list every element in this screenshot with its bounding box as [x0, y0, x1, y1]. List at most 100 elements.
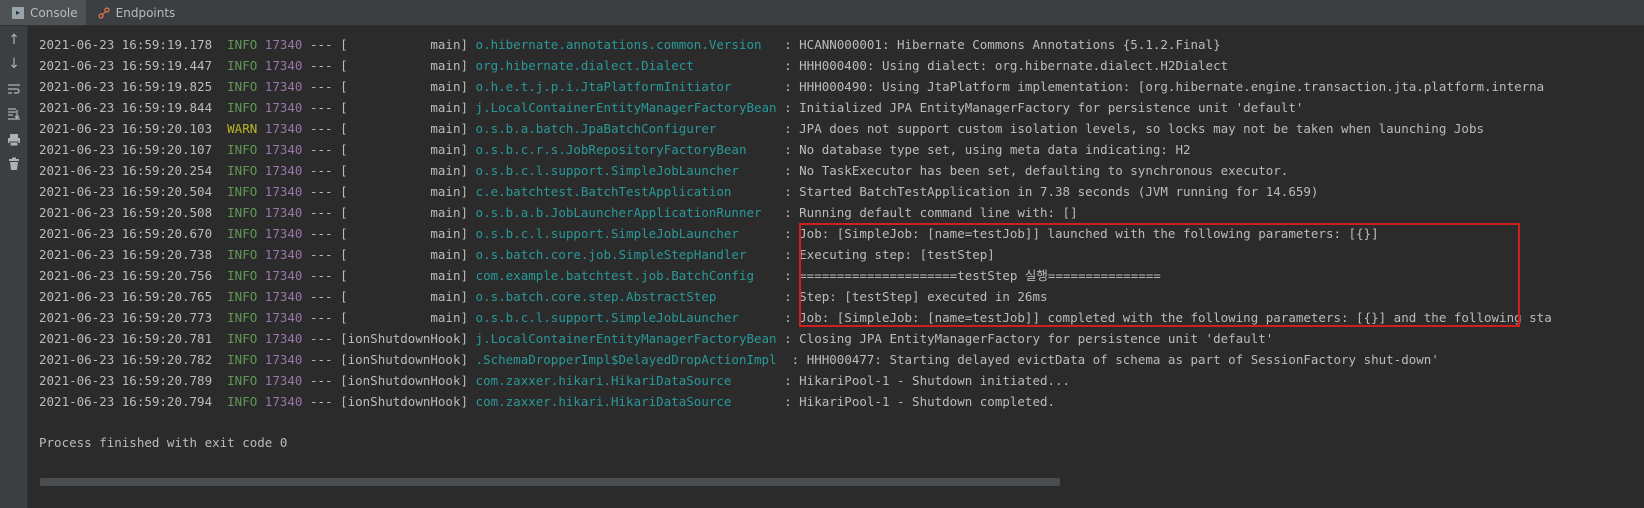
log-line: 2021-06-23 16:59:20.504 INFO 17340 --- [… — [39, 184, 1319, 199]
log-timestamp: 2021-06-23 16:59:20.738 — [39, 247, 213, 262]
console-output[interactable]: 2021-06-23 16:59:19.178 INFO 17340 --- [… — [28, 26, 1644, 508]
console-toolbar: ↑ ↓ — [0, 26, 28, 508]
log-thread: main — [347, 37, 461, 52]
log-line: 2021-06-23 16:59:20.773 INFO 17340 --- [… — [39, 310, 1552, 325]
tool-window-tabbar: ▸ Console Endpoints — [0, 0, 1644, 26]
process-exit-message: Process finished with exit code 0 — [39, 435, 288, 450]
log-thread: main — [347, 121, 461, 136]
log-message: HikariPool-1 - Shutdown completed. — [799, 394, 1056, 409]
log-timestamp: 2021-06-23 16:59:19.447 — [39, 58, 213, 73]
log-message: Executing step: [testStep] — [799, 247, 995, 262]
log-thread: main — [347, 247, 461, 262]
log-level: INFO — [227, 37, 258, 52]
arrow-up-icon[interactable]: ↑ — [6, 32, 22, 48]
log-line: 2021-06-23 16:59:20.670 INFO 17340 --- [… — [39, 226, 1379, 241]
log-line: 2021-06-23 16:59:20.103 WARN 17340 --- [… — [39, 121, 1484, 136]
soft-wrap-icon[interactable] — [6, 81, 22, 97]
log-thread: main — [347, 184, 461, 199]
log-logger: c.e.batchtest.BatchTestApplication — [475, 184, 777, 199]
log-line: 2021-06-23 16:59:20.107 INFO 17340 --- [… — [39, 142, 1191, 157]
log-message: HikariPool-1 - Shutdown initiated... — [799, 373, 1071, 388]
log-pid: 17340 — [264, 37, 303, 52]
log-message: Job: [SimpleJob: [name=testJob]] complet… — [799, 310, 1552, 325]
log-level: INFO — [227, 58, 258, 73]
log-pid: 17340 — [264, 247, 303, 262]
log-message: Step: [testStep] executed in 26ms — [799, 289, 1048, 304]
log-logger: o.s.b.c.r.s.JobRepositoryFactoryBean — [475, 142, 777, 157]
print-icon[interactable] — [6, 132, 22, 148]
log-thread: main — [347, 226, 461, 241]
log-level: INFO — [227, 268, 258, 283]
log-level: INFO — [227, 352, 258, 367]
log-message: HHH000490: Using JtaPlatform implementat… — [799, 79, 1545, 94]
log-level: INFO — [227, 310, 258, 325]
log-message: JPA does not support custom isolation le… — [799, 121, 1484, 136]
log-logger: o.s.b.a.batch.JpaBatchConfigurer — [475, 121, 777, 136]
log-thread: ionShutdownHook — [347, 394, 461, 409]
log-logger: o.s.b.a.b.JobLauncherApplicationRunner — [475, 205, 777, 220]
tab-console[interactable]: ▸ Console — [0, 0, 86, 25]
log-logger: o.s.batch.core.step.AbstractStep — [475, 289, 777, 304]
log-pid: 17340 — [264, 373, 303, 388]
log-level: INFO — [227, 100, 258, 115]
log-pid: 17340 — [264, 268, 303, 283]
log-timestamp: 2021-06-23 16:59:20.508 — [39, 205, 213, 220]
log-logger: com.zaxxer.hikari.HikariDataSource — [475, 394, 777, 409]
log-pid: 17340 — [264, 289, 303, 304]
log-logger: j.LocalContainerEntityManagerFactoryBean — [475, 331, 777, 346]
console-icon: ▸ — [12, 6, 24, 19]
log-message: HHH000400: Using dialect: org.hibernate.… — [799, 58, 1229, 73]
log-timestamp: 2021-06-23 16:59:20.103 — [39, 121, 213, 136]
log-logger: .SchemaDropperImpl$DelayedDropActionImpl — [475, 352, 785, 367]
arrow-down-icon[interactable]: ↓ — [6, 56, 22, 72]
log-logger: o.s.batch.core.job.SimpleStepHandler — [475, 247, 777, 262]
log-pid: 17340 — [264, 331, 303, 346]
log-logger: com.zaxxer.hikari.HikariDataSource — [475, 373, 777, 388]
log-timestamp: 2021-06-23 16:59:20.756 — [39, 268, 213, 283]
log-timestamp: 2021-06-23 16:59:20.765 — [39, 289, 213, 304]
log-line: 2021-06-23 16:59:20.756 INFO 17340 --- [… — [39, 268, 1161, 283]
log-timestamp: 2021-06-23 16:59:19.178 — [39, 37, 213, 52]
log-logger: o.hibernate.annotations.common.Version — [475, 37, 777, 52]
log-line: 2021-06-23 16:59:20.782 INFO 17340 --- [… — [39, 352, 1439, 367]
log-timestamp: 2021-06-23 16:59:20.254 — [39, 163, 213, 178]
log-pid: 17340 — [264, 310, 303, 325]
log-logger: com.example.batchtest.job.BatchConfig — [475, 268, 777, 283]
log-timestamp: 2021-06-23 16:59:20.504 — [39, 184, 213, 199]
log-timestamp: 2021-06-23 16:59:19.825 — [39, 79, 213, 94]
tab-endpoints[interactable]: Endpoints — [86, 0, 184, 25]
log-thread: main — [347, 268, 461, 283]
endpoints-icon — [98, 6, 110, 19]
log-pid: 17340 — [264, 352, 303, 367]
trash-icon[interactable] — [6, 156, 22, 172]
log-message: Job: [SimpleJob: [name=testJob]] launche… — [799, 226, 1379, 241]
log-thread: main — [347, 289, 461, 304]
log-message: Initialized JPA EntityManagerFactory for… — [799, 100, 1304, 115]
log-timestamp: 2021-06-23 16:59:20.670 — [39, 226, 213, 241]
log-pid: 17340 — [264, 100, 303, 115]
log-pid: 17340 — [264, 58, 303, 73]
horizontal-scrollbar[interactable] — [40, 478, 1060, 486]
log-pid: 17340 — [264, 394, 303, 409]
log-logger: o.s.b.c.l.support.SimpleJobLauncher — [475, 163, 777, 178]
log-logger: o.s.b.c.l.support.SimpleJobLauncher — [475, 310, 777, 325]
log-line: 2021-06-23 16:59:20.254 INFO 17340 --- [… — [39, 163, 1289, 178]
log-pid: 17340 — [264, 205, 303, 220]
scroll-to-end-icon[interactable] — [6, 106, 22, 122]
log-message: Closing JPA EntityManagerFactory for per… — [799, 331, 1274, 346]
log-timestamp: 2021-06-23 16:59:20.794 — [39, 394, 213, 409]
log-level: INFO — [227, 289, 258, 304]
log-line: 2021-06-23 16:59:20.794 INFO 17340 --- [… — [39, 394, 1056, 409]
log-level: WARN — [227, 121, 258, 136]
log-line: 2021-06-23 16:59:20.789 INFO 17340 --- [… — [39, 373, 1071, 388]
log-level: INFO — [227, 247, 258, 262]
tab-endpoints-label: Endpoints — [115, 5, 176, 20]
tab-console-label: Console — [30, 5, 78, 20]
log-level: INFO — [227, 226, 258, 241]
log-line: 2021-06-23 16:59:19.825 INFO 17340 --- [… — [39, 79, 1545, 94]
log-pid: 17340 — [264, 226, 303, 241]
log-message: Started BatchTestApplication in 7.38 sec… — [799, 184, 1319, 199]
log-message: Running default command line with: [] — [799, 205, 1078, 220]
log-message: No database type set, using meta data in… — [799, 142, 1191, 157]
log-message: =====================testStep 실행========… — [799, 268, 1161, 283]
